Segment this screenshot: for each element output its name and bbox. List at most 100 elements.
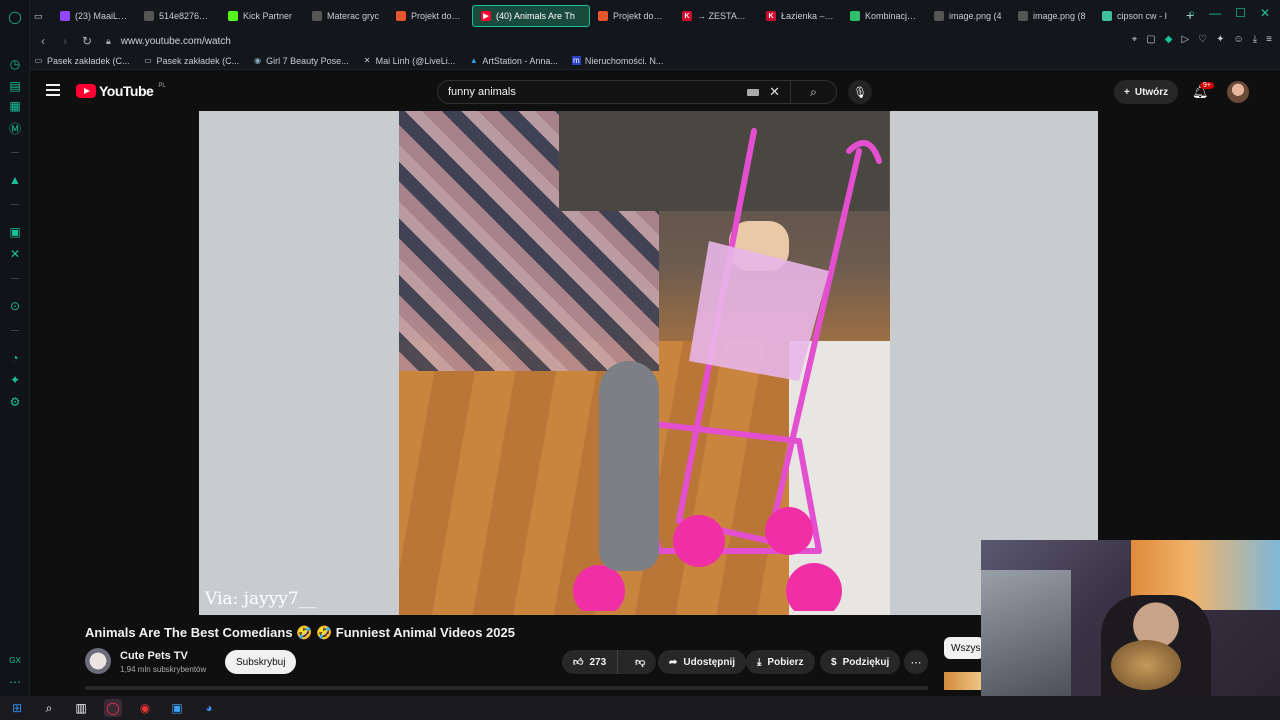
app-taskbar-icon[interactable]: ▣ xyxy=(168,699,186,717)
pin-icon[interactable]: ⌖ xyxy=(1132,34,1138,45)
opera-logo-icon[interactable]: ◯ xyxy=(7,9,23,25)
snapshot-icon[interactable]: ▢ xyxy=(1146,34,1155,45)
bookmark-item[interactable]: ✕ Mai Linh (@LiveLi... xyxy=(363,56,456,66)
artstation-icon[interactable]: ▲ xyxy=(7,172,23,188)
like-button[interactable]: 👍︎ 273 xyxy=(562,650,619,674)
download-button[interactable]: ⤓ Pobierz xyxy=(746,650,815,674)
heart-icon[interactable]: ♡ xyxy=(1198,34,1207,45)
keyboard-icon[interactable] xyxy=(747,88,760,96)
description-box[interactable] xyxy=(85,686,928,690)
webcam-overlay xyxy=(981,540,1280,696)
tab-favicon xyxy=(850,11,860,21)
download-icon[interactable]: ⤓ xyxy=(1253,34,1257,45)
extensions-icon[interactable]: ✦ xyxy=(1216,34,1224,45)
youtube-header: YouTube PL funny animals ✕ ⌕ 🎙︎ + Utwórz … xyxy=(30,72,1270,110)
tab[interactable]: Kick Partner xyxy=(220,5,304,27)
bookmark-item[interactable]: m Nieruchomości. N... xyxy=(571,56,663,66)
player-icon[interactable]: ▷ xyxy=(1181,34,1189,45)
lock-icon: 🔒︎ xyxy=(106,35,111,46)
tab-favicon xyxy=(228,11,238,21)
thanks-button[interactable]: $ Podziękuj xyxy=(820,650,901,674)
x-twitter-icon[interactable]: ✕ xyxy=(7,246,23,262)
reload-icon[interactable]: ↻ xyxy=(78,34,96,48)
share-icon: ➦ xyxy=(669,656,678,668)
minimize-icon[interactable]: — xyxy=(1209,6,1221,21)
tab[interactable]: Kombinacje n xyxy=(842,5,926,27)
thumbs-up-icon: 👍︎ xyxy=(573,657,584,668)
tab-favicon: K xyxy=(682,11,692,21)
search-input[interactable]: funny animals xyxy=(438,86,747,98)
forward-icon[interactable]: › xyxy=(56,34,74,48)
thumbs-down-icon: 👎︎ xyxy=(635,657,646,668)
search-box[interactable]: funny animals ✕ ⌕ xyxy=(437,80,837,104)
account-avatar[interactable] xyxy=(1227,81,1249,103)
subscriber-count: 1,94 mln subskrybentów xyxy=(120,665,207,674)
bookmark-favicon: ◉ xyxy=(254,56,262,65)
menu-icon[interactable] xyxy=(46,84,60,96)
tab-favicon: ▶ xyxy=(481,11,491,21)
thanks-icon: $ xyxy=(831,656,837,668)
extensions-icon[interactable]: ✦ xyxy=(7,372,23,388)
app-taskbar-icon[interactable]: ◉ xyxy=(136,699,154,717)
back-icon[interactable]: ‹ xyxy=(34,34,52,48)
tab[interactable]: 514e827665c xyxy=(136,5,220,27)
create-button[interactable]: + Utwórz xyxy=(1114,80,1179,104)
recommended-thumbnail[interactable] xyxy=(944,672,984,690)
search-icon[interactable]: ⌕ xyxy=(40,699,58,717)
tab[interactable]: Projekt domu xyxy=(590,5,674,27)
gx-icon[interactable]: GX xyxy=(7,652,23,668)
task-view-icon[interactable]: ▥ xyxy=(72,699,90,717)
twitch-icon[interactable]: ▣ xyxy=(7,224,23,240)
gx-control-icon[interactable]: ▤ xyxy=(7,78,23,94)
maximize-icon[interactable]: ☐ xyxy=(1235,6,1246,21)
chrome-taskbar-icon[interactable]: ◕ xyxy=(200,699,218,717)
windows-start-icon[interactable]: ⊞ xyxy=(8,699,26,717)
dislike-button[interactable]: 👎︎ xyxy=(624,656,656,668)
more-icon[interactable]: ⋯ xyxy=(7,674,23,690)
player-icon[interactable]: ⊙ xyxy=(7,298,23,314)
youtube-logo[interactable]: YouTube PL xyxy=(76,83,166,99)
tab[interactable]: K Łazienka – in xyxy=(758,5,842,27)
subscribe-button[interactable]: Subskrybuj xyxy=(225,650,297,674)
video-player[interactable]: Via: jayyy7__ xyxy=(199,111,1098,615)
close-icon[interactable]: ✕ xyxy=(1260,6,1270,21)
settings-icon[interactable]: ⚙ xyxy=(7,394,23,410)
bookmark-item[interactable]: ▭ Pasek zakładek (C... xyxy=(34,56,130,66)
tab-favicon xyxy=(60,11,70,21)
browser-sidebar: ◯ ◷ ▤ ▦ Ⓜ ▲ ▣ ✕ ⊙ ◔ ✦ ⚙ GX ⋯ xyxy=(0,0,30,696)
messenger-icon[interactable]: Ⓜ xyxy=(7,120,23,136)
tab-favicon xyxy=(598,11,608,21)
voice-search-icon[interactable]: 🎙︎ xyxy=(848,80,872,104)
bookmark-item[interactable]: ◉ Girl 7 Beauty Pose... xyxy=(253,56,349,66)
shield-icon[interactable]: ◆ xyxy=(1165,34,1173,45)
tab-favicon xyxy=(144,11,154,21)
channel-name[interactable]: Cute Pets TV xyxy=(120,650,188,662)
workspaces-icon[interactable]: ▭ xyxy=(30,5,52,27)
history-icon[interactable]: ◔ xyxy=(7,350,23,366)
channel-avatar[interactable] xyxy=(85,648,111,674)
tab[interactable]: K → ZESTAW M xyxy=(674,5,758,27)
tab-active[interactable]: ▶ (40) Animals Are Th xyxy=(472,5,590,27)
video-frame xyxy=(399,111,890,615)
bookmark-item[interactable]: ▲ ArtStation - Anna... xyxy=(469,56,558,66)
tab[interactable]: image.png (4 xyxy=(926,5,1010,27)
menu-icon[interactable]: ≡ xyxy=(1266,34,1272,45)
more-actions-icon[interactable]: ⋯ xyxy=(904,650,928,674)
opera-gx-taskbar-icon[interactable]: ◯ xyxy=(104,699,122,717)
bookmark-item[interactable]: ▭ Pasek zakładek (C... xyxy=(144,56,239,66)
url-field[interactable]: www.youtube.com/watch xyxy=(121,36,231,47)
tab[interactable]: Materac gryc xyxy=(304,5,388,27)
tab[interactable]: image.png (8 xyxy=(1010,5,1094,27)
clear-search-icon[interactable]: ✕ xyxy=(769,84,780,100)
tab[interactable]: Projekt domu xyxy=(388,5,472,27)
profile-icon[interactable]: ☺ xyxy=(1234,34,1244,45)
share-button[interactable]: ➦ Udostępnij xyxy=(658,650,747,674)
tab[interactable]: (23) MaaiLinh xyxy=(52,5,136,27)
tab-favicon xyxy=(396,11,406,21)
speed-dial-icon[interactable]: ◷ xyxy=(7,56,23,72)
search-button[interactable]: ⌕ xyxy=(790,81,836,103)
search-tabs-icon[interactable]: ⌕ xyxy=(1188,6,1195,21)
gx-corner-icon[interactable]: ▦ xyxy=(7,98,23,114)
filter-chip-all[interactable]: Wszys xyxy=(944,637,984,659)
tab[interactable]: cipson cw - I xyxy=(1094,5,1178,27)
